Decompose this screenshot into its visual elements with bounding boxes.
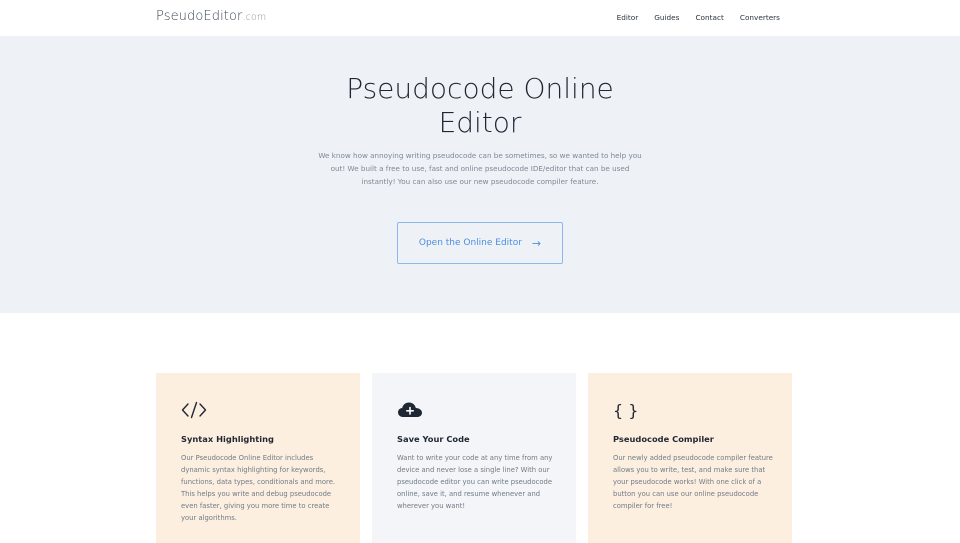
feature-card-save: Save Your Code Want to write your code a… — [372, 373, 576, 543]
feature-card-compiler: { } Pseudocode Compiler Our newly added … — [588, 373, 792, 543]
site-logo[interactable]: PseudoEditor.com — [156, 9, 266, 24]
feature-title: Save Your Code — [397, 434, 470, 444]
hero-section: Pseudocode Online Editor We know how ann… — [0, 36, 960, 313]
braces-icon: { } — [613, 400, 639, 420]
hero-description: We know how annoying writing pseudocode … — [318, 151, 642, 186]
open-editor-button[interactable]: Open the Online Editor → — [397, 222, 563, 264]
top-nav: PseudoEditor.com Editor Guides Contact C… — [0, 0, 960, 36]
nav-links: Editor Guides Contact Converters — [617, 13, 780, 22]
feature-text: Our newly added pseudocode compiler feat… — [613, 454, 773, 510]
arrow-right-icon: → — [531, 236, 542, 250]
feature-card-syntax: Syntax Highlighting Our Pseudocode Onlin… — [156, 373, 360, 543]
nav-link-converters[interactable]: Converters — [740, 13, 780, 22]
nav-link-guides[interactable]: Guides — [654, 13, 679, 22]
feature-title: Syntax Highlighting — [181, 434, 274, 444]
feature-title: Pseudocode Compiler — [613, 434, 714, 444]
feature-text: Our Pseudocode Online Editor includes dy… — [181, 454, 336, 522]
cloud-upload-icon — [397, 399, 551, 421]
open-editor-label: Open the Online Editor — [418, 238, 522, 248]
nav-link-editor[interactable]: Editor — [617, 13, 639, 22]
code-icon — [181, 399, 335, 421]
hero-title: Pseudocode Online Editor — [346, 72, 614, 139]
logo-main-text: PseudoEditor — [156, 9, 243, 24]
logo-domain-text: .com — [242, 12, 267, 23]
nav-link-contact[interactable]: Contact — [695, 13, 723, 22]
feature-text: Want to write your code at any time from… — [397, 454, 553, 510]
